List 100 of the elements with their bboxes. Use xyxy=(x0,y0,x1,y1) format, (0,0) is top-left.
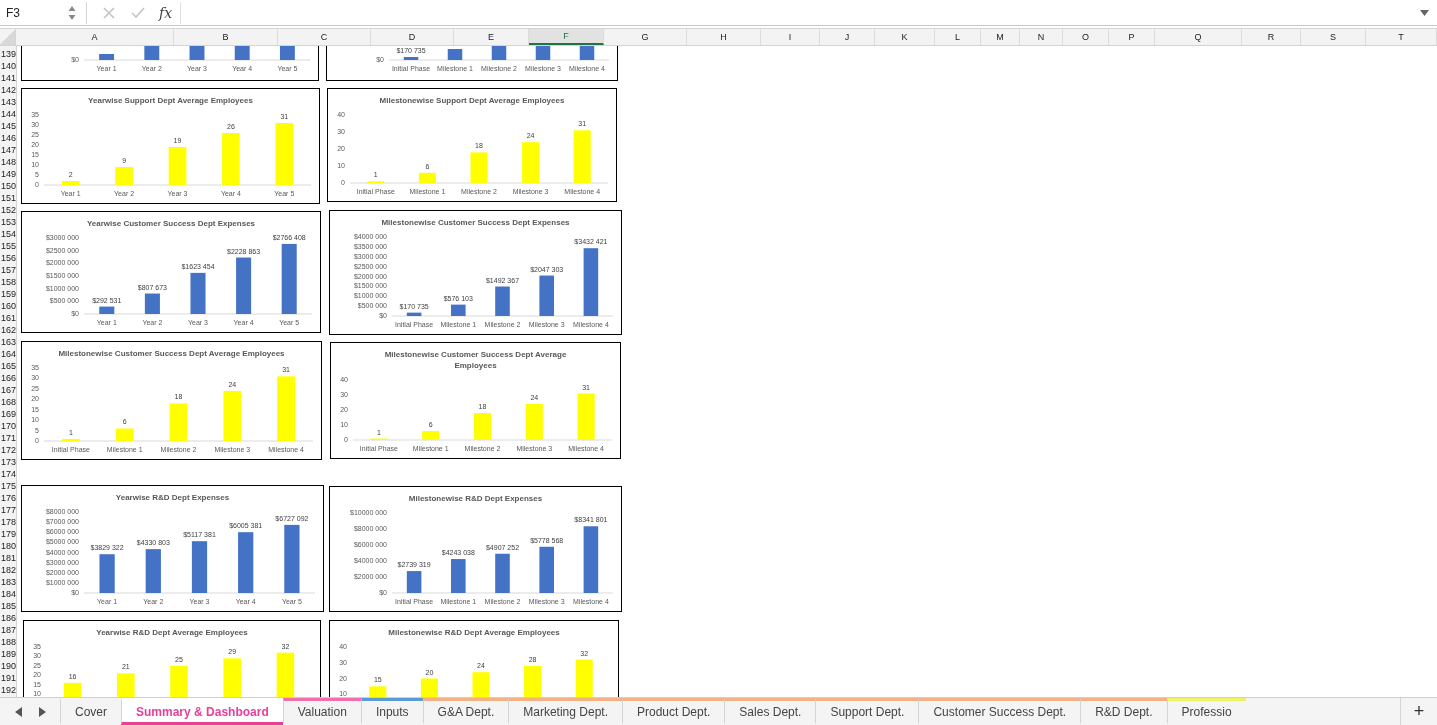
row-number[interactable]: 161 xyxy=(0,312,16,324)
column-header[interactable]: F xyxy=(529,29,604,45)
column-header[interactable]: Q xyxy=(1155,29,1242,45)
column-header[interactable]: I xyxy=(761,29,820,45)
chart-title: Milestonewise Customer Success Dept Average Employees xyxy=(57,348,286,359)
bar xyxy=(447,49,463,60)
sheet-tab[interactable]: Support Dept. xyxy=(815,698,919,725)
row-number[interactable]: 148 xyxy=(0,156,16,168)
column-header[interactable]: R xyxy=(1242,29,1301,45)
column-header[interactable]: L xyxy=(935,29,981,45)
caret-icon[interactable] xyxy=(1420,9,1429,16)
row-number[interactable]: 156 xyxy=(0,252,16,264)
row-number[interactable]: 171 xyxy=(0,432,16,444)
column-header[interactable]: S xyxy=(1301,29,1366,45)
column-header[interactable]: D xyxy=(371,29,454,45)
row-number[interactable]: 176 xyxy=(0,492,16,504)
column-header[interactable]: M xyxy=(981,29,1020,45)
column-header[interactable]: N xyxy=(1020,29,1063,45)
row-number[interactable]: 174 xyxy=(0,468,16,480)
row-number[interactable]: 139 xyxy=(0,48,16,60)
check-icon[interactable] xyxy=(131,6,145,19)
sheet-tab[interactable]: R&D Dept. xyxy=(1080,698,1167,725)
scroll-left-icon[interactable] xyxy=(14,706,22,717)
row-number[interactable]: 157 xyxy=(0,264,16,276)
row-number[interactable]: 177 xyxy=(0,504,16,516)
row-number[interactable]: 168 xyxy=(0,396,16,408)
row-number[interactable]: 186 xyxy=(0,612,16,624)
column-header[interactable]: C xyxy=(278,29,371,45)
row-number[interactable]: 142 xyxy=(0,84,16,96)
row-number[interactable]: 183 xyxy=(0,576,16,588)
row-number[interactable]: 179 xyxy=(0,528,16,540)
column-header[interactable]: K xyxy=(875,29,935,45)
row-number[interactable]: 187 xyxy=(0,624,16,636)
row-number[interactable]: 188 xyxy=(0,636,16,648)
row-number[interactable]: 184 xyxy=(0,588,16,600)
row-number[interactable]: 155 xyxy=(0,240,16,252)
column-header[interactable]: G xyxy=(604,29,687,45)
name-box[interactable]: F3 xyxy=(0,5,68,20)
sheet-tab[interactable]: Valuation xyxy=(282,698,361,725)
row-number[interactable]: 181 xyxy=(0,552,16,564)
row-number[interactable]: 141 xyxy=(0,72,16,84)
row-number[interactable]: 173 xyxy=(0,456,16,468)
row-number[interactable]: 162 xyxy=(0,324,16,336)
row-number[interactable]: 165 xyxy=(0,360,16,372)
sheet-tab[interactable]: Customer Success Dept. xyxy=(918,698,1081,725)
row-number[interactable]: 154 xyxy=(0,228,16,240)
column-header[interactable]: P xyxy=(1109,29,1155,45)
chart-title: Milestonewise Customer Success Dept Average Employees xyxy=(383,349,568,371)
column-header[interactable]: A xyxy=(16,29,174,45)
row-number[interactable]: 152 xyxy=(0,204,16,216)
row-number[interactable]: 144 xyxy=(0,108,16,120)
function-button[interactable]: fx xyxy=(159,4,173,21)
chart-title: Yearwise Support Dept Average Employees xyxy=(87,95,254,106)
row-number[interactable]: 159 xyxy=(0,288,16,300)
row-number[interactable]: 160 xyxy=(0,300,16,312)
chart-title: Milestonewise Support Dept Average Employees xyxy=(378,95,566,106)
sheet-tab[interactable]: G&A Dept. xyxy=(422,698,509,725)
row-number[interactable]: 178 xyxy=(0,516,16,528)
column-header[interactable]: J xyxy=(820,29,875,45)
stepper-icon[interactable] xyxy=(68,4,76,21)
column-header[interactable]: O xyxy=(1063,29,1109,45)
row-number[interactable]: 191 xyxy=(0,672,16,684)
row-number[interactable]: 192 xyxy=(0,684,16,696)
row-number[interactable]: 166 xyxy=(0,372,16,384)
row-number[interactable]: 140 xyxy=(0,60,16,72)
sheet-tab[interactable]: Summary & Dashboard xyxy=(121,698,283,725)
sheet-tab[interactable]: Product Dept. xyxy=(622,698,725,725)
row-number[interactable]: 150 xyxy=(0,180,16,192)
row-number[interactable]: 158 xyxy=(0,276,16,288)
row-number[interactable]: 145 xyxy=(0,120,16,132)
row-number[interactable]: 190 xyxy=(0,660,16,672)
bar xyxy=(99,54,115,60)
row-number[interactable]: 175 xyxy=(0,480,16,492)
row-number[interactable]: 153 xyxy=(0,216,16,228)
row-number[interactable]: 172 xyxy=(0,444,16,456)
row-number[interactable]: 147 xyxy=(0,144,16,156)
sheet-tab[interactable]: Marketing Dept. xyxy=(508,698,622,725)
column-header[interactable]: B xyxy=(174,29,278,45)
add-sheet-button[interactable]: + xyxy=(1400,698,1437,725)
row-number[interactable]: 163 xyxy=(0,336,16,348)
row-number[interactable]: 170 xyxy=(0,420,16,432)
sheet-tab[interactable]: Sales Dept. xyxy=(724,698,816,725)
row-number[interactable]: 151 xyxy=(0,192,16,204)
row-number[interactable]: 185 xyxy=(0,600,16,612)
row-number[interactable]: 146 xyxy=(0,132,16,144)
sheet-tab[interactable]: Inputs xyxy=(360,698,423,725)
chart-title: Yearwise Customer Success Dept Expenses xyxy=(85,218,257,229)
row-number[interactable]: 149 xyxy=(0,168,16,180)
row-number[interactable]: 189 xyxy=(0,648,16,660)
sheet-tab[interactable]: Professio xyxy=(1166,698,1246,725)
cancel-icon[interactable] xyxy=(103,6,115,19)
row-number[interactable]: 180 xyxy=(0,540,16,552)
row-number[interactable]: 169 xyxy=(0,408,16,420)
row-number[interactable]: 167 xyxy=(0,384,16,396)
column-header[interactable]: T xyxy=(1366,29,1437,45)
column-header[interactable]: H xyxy=(687,29,761,45)
row-number[interactable]: 182 xyxy=(0,564,16,576)
scroll-right-icon[interactable] xyxy=(38,706,46,717)
row-number[interactable]: 143 xyxy=(0,96,16,108)
row-number[interactable]: 164 xyxy=(0,348,16,360)
